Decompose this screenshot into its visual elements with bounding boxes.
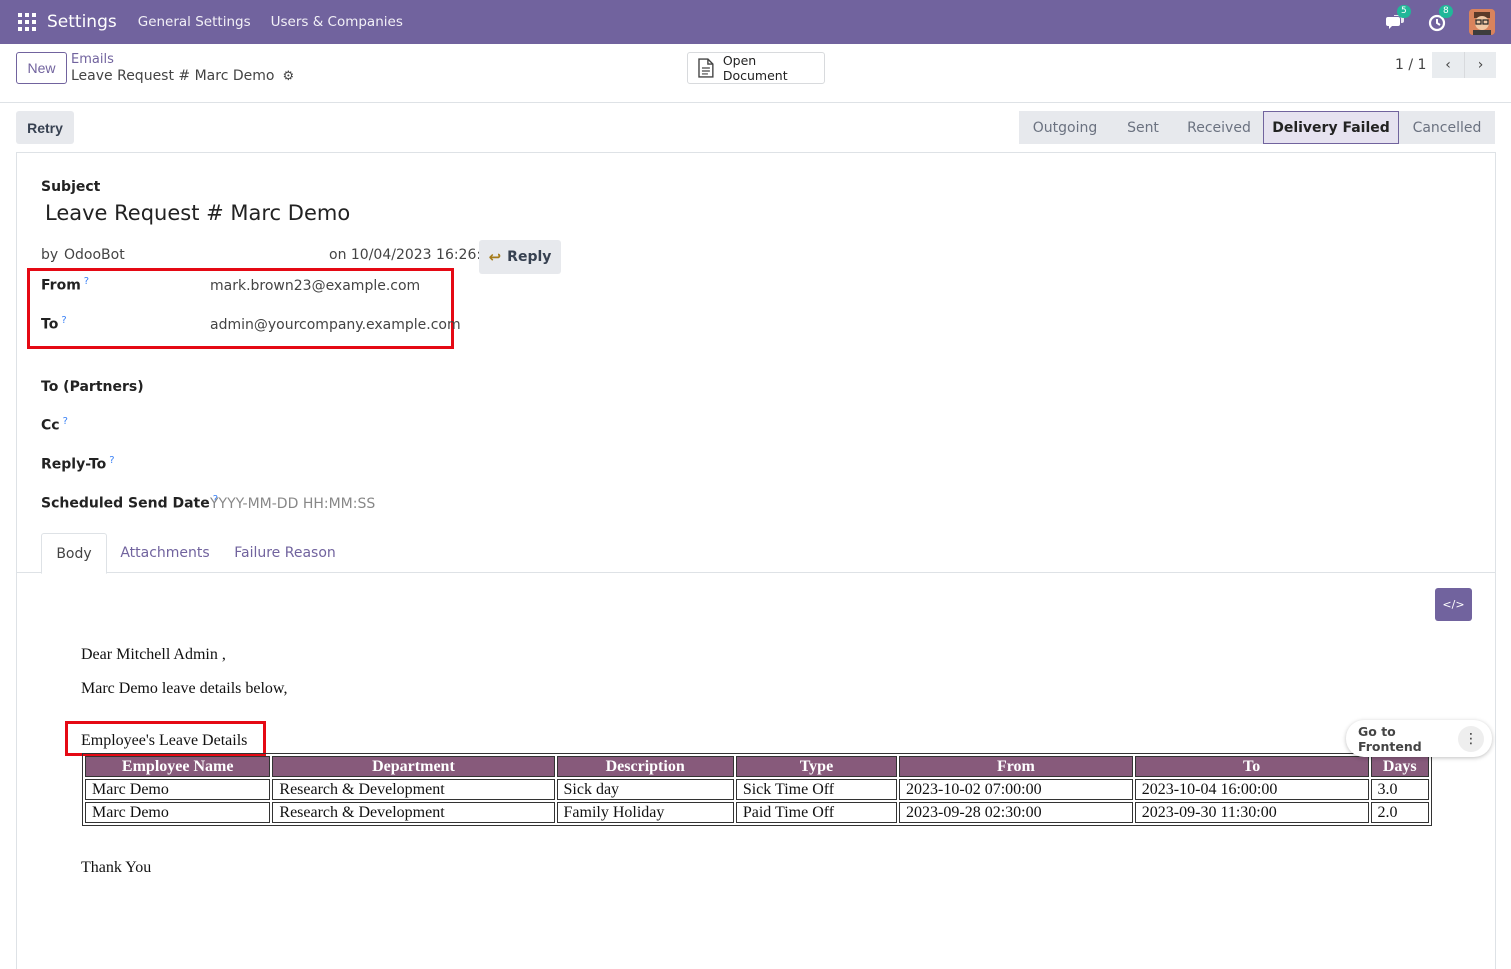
table-cell: Paid Time Off [735,802,898,823]
reply-button[interactable]: ↩ Reply [479,240,561,274]
table-cell: Sick day [556,779,734,800]
table-cell: Marc Demo [85,802,271,823]
tab-failure-reason[interactable]: Failure Reason [229,533,341,573]
stage-delivery-failed[interactable]: Delivery Failed [1263,111,1399,144]
top-navbar: Settings General Settings Users & Compan… [0,0,1511,44]
retry-button[interactable]: Retry [16,111,74,144]
from-label: From? [41,276,90,294]
stage-cancelled[interactable]: Cancelled [1399,111,1495,144]
email-intro: Marc Demo leave details below, [81,680,288,697]
pager-next-button[interactable]: › [1464,52,1496,78]
table-row: Marc Demo Research & Development Sick da… [85,779,1429,800]
to-partners-label: To (Partners) [41,379,144,395]
stage-outgoing[interactable]: Outgoing [1019,111,1111,144]
table-cell: 2023-09-30 11:30:00 [1134,802,1369,823]
table-cell: Research & Development [272,802,555,823]
column-header-employee-name: Employee Name [85,756,271,777]
menu-users-companies[interactable]: Users & Companies [271,14,403,30]
table-cell: Marc Demo [85,779,271,800]
table-cell: 2023-09-28 02:30:00 [899,802,1133,823]
to-field[interactable]: admin@yourcompany.example.com [210,317,461,333]
leave-table-title: Employee's Leave Details [81,732,248,749]
subject-label: Subject [41,179,101,195]
table-cell: Research & Development [272,779,555,800]
reply-label: Reply [507,249,552,265]
control-panel: New Emails Leave Request # Marc Demo ⚙ O… [0,44,1511,103]
help-icon: ? [61,315,67,326]
column-header-days: Days [1370,756,1429,777]
tab-attachments[interactable]: Attachments [113,533,217,573]
help-icon: ? [62,416,68,427]
table-cell: Family Holiday [556,802,734,823]
user-avatar[interactable] [1469,9,1495,35]
gear-icon[interactable]: ⚙ [282,69,294,84]
app-name[interactable]: Settings [47,12,117,32]
go-to-frontend-button[interactable]: Go to Frontend [1346,724,1458,754]
messages-count-badge: 5 [1397,5,1411,18]
open-document-label: Open Document [722,53,788,83]
sent-date: on 10/04/2023 16:26:45 [329,247,499,263]
go-to-frontend-widget: Go to Frontend ⋮ [1346,720,1492,757]
activities-count-badge: 8 [1439,5,1453,18]
email-closing: Thank You [81,859,152,876]
breadcrumb-emails[interactable]: Emails [71,52,114,67]
to-label: To? [41,315,67,333]
more-options-icon[interactable]: ⋮ [1458,725,1484,752]
table-cell: 2.0 [1370,802,1429,823]
chevron-left-icon: ‹ [1445,57,1451,73]
table-row: Marc Demo Research & Development Family … [85,802,1429,823]
pager-buttons: ‹ › [1432,52,1496,78]
from-field[interactable]: mark.brown23@example.com [210,278,420,294]
avatar-image [1469,9,1495,35]
activities-button[interactable]: 8 [1427,5,1453,33]
stage-sent[interactable]: Sent [1111,111,1175,144]
apps-menu-icon[interactable] [18,13,36,31]
table-cell: 3.0 [1370,779,1429,800]
column-header-department: Department [272,756,555,777]
cc-label: Cc? [41,416,68,434]
table-cell: 2023-10-02 07:00:00 [899,779,1133,800]
author-name[interactable]: OdooBot [64,247,125,263]
table-cell: Sick Time Off [735,779,898,800]
pager-value[interactable]: 1 / 1 [1395,57,1426,73]
code-view-button[interactable]: </> [1435,588,1472,621]
document-icon [698,58,714,78]
pager-previous-button[interactable]: ‹ [1432,52,1464,78]
email-greeting: Dear Mitchell Admin , [81,646,226,663]
new-button[interactable]: New [16,52,67,84]
column-header-to: To [1134,756,1369,777]
messages-button[interactable]: 5 [1385,5,1411,33]
open-document-button[interactable]: Open Document [687,52,825,84]
notebook-tabs: Body Attachments Failure Reason [17,533,1495,574]
help-icon: ? [109,455,115,466]
status-bar: Outgoing Sent Received Delivery Failed C… [1019,111,1495,144]
stage-received[interactable]: Received [1175,111,1263,144]
table-cell: 2023-10-04 16:00:00 [1134,779,1369,800]
reply-icon: ↩ [488,248,502,266]
scheduled-send-date-input[interactable]: YYYY-MM-DD HH:MM:SS [210,496,375,512]
tab-body[interactable]: Body [41,533,107,574]
column-header-from: From [899,756,1133,777]
subject-field[interactable]: Leave Request # Marc Demo [45,201,350,225]
column-header-type: Type [735,756,898,777]
breadcrumb-current-label: Leave Request # Marc Demo [71,68,275,84]
help-icon: ? [83,276,90,287]
column-header-description: Description [556,756,734,777]
chevron-right-icon: › [1477,57,1484,73]
menu-general-settings[interactable]: General Settings [138,14,251,30]
leave-details-table: Employee Name Department Description Typ… [82,753,1432,826]
scheduled-send-date-label: Scheduled Send Date? [41,494,219,512]
breadcrumb-current: Leave Request # Marc Demo ⚙ [71,68,294,84]
table-header-row: Employee Name Department Description Typ… [85,756,1429,777]
reply-to-label: Reply-To? [41,455,115,473]
code-icon: </> [1442,598,1465,611]
by-label: by [41,247,59,263]
form-sheet: Subject Leave Request # Marc Demo by Odo… [16,152,1496,969]
